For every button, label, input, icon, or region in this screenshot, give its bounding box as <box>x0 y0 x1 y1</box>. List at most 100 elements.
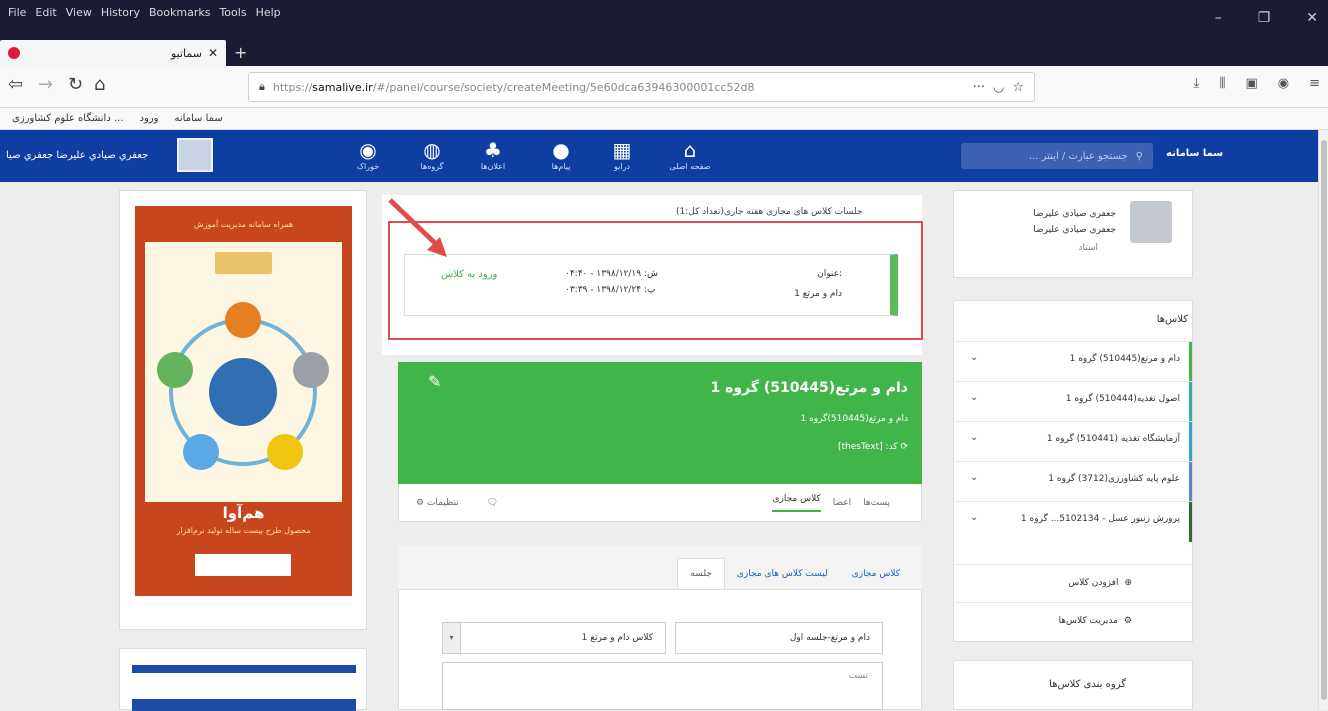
tab-virtual-class-list[interactable]: لیست کلاس های مجازی <box>725 559 840 589</box>
nav-messages[interactable]: ● پیام‌ها <box>531 138 591 171</box>
tab-title: سماتیو <box>170 46 202 60</box>
chevron-down-icon[interactable]: ⌄ <box>970 472 978 483</box>
menu-tools[interactable]: Tools <box>219 6 246 19</box>
profile-role: استاد <box>1078 243 1098 253</box>
session-start: ش: ۱۳۹۸/۱۲/۱۹ - ۰۴:۴۰ <box>565 269 658 279</box>
pocket-icon[interactable]: ◡ <box>993 80 1004 95</box>
minimize-icon[interactable]: – <box>1215 10 1222 26</box>
class-color-bar <box>1189 502 1192 542</box>
class-item[interactable]: آزمایشگاه تغذیه (510441) گروه 1 ⌄ <box>954 421 1192 462</box>
poster-logo <box>195 554 291 576</box>
class-item[interactable]: اصول تغذیه(510444) گروه 1 ⌄ <box>954 381 1192 422</box>
nav-home[interactable]: ⌂ صفحه اصلی <box>660 138 720 171</box>
reload-icon[interactable]: ↻ <box>68 74 83 95</box>
settings-button[interactable]: ⚙ تنظیمات <box>416 498 459 508</box>
drive-icon: ▦ <box>612 138 632 162</box>
tab-members[interactable]: اعضا <box>833 498 851 508</box>
menu-history[interactable]: History <box>101 6 140 19</box>
library-icon[interactable]: ⫼ <box>1219 76 1225 91</box>
chevron-down-icon[interactable]: ▾ <box>443 623 461 653</box>
user-avatar[interactable] <box>1130 201 1172 243</box>
description-textarea[interactable]: تست <box>442 662 883 710</box>
page-scrollbar[interactable] <box>1318 130 1328 710</box>
session-title-input[interactable]: دام و مرتع-جلسه اول <box>675 622 883 654</box>
tab-virtual-class[interactable]: کلاس مجازی <box>840 559 912 589</box>
tab-virtual-class[interactable]: کلاس مجازی <box>772 494 821 512</box>
session-row: ورود به کلاس ش: ۱۳۹۸/۱۲/۱۹ - ۰۴:۴۰ پ: ۱۳… <box>404 254 898 316</box>
chat-icon[interactable]: 🗨︎ <box>487 498 498 508</box>
ad-banner-strip <box>132 665 356 673</box>
sessions-title: جلسات کلاس های مجازی هفته جاری(تعداد کل:… <box>676 207 863 217</box>
tab-close-icon[interactable]: ✕ <box>208 46 218 60</box>
refresh-icon[interactable]: ⟳ <box>898 442 908 452</box>
user-avatar[interactable] <box>177 138 213 172</box>
chevron-down-icon[interactable]: ⌄ <box>970 432 978 443</box>
add-class-button[interactable]: ⊕ افزودن کلاس <box>954 564 1192 600</box>
nav-feed[interactable]: ◉ خوراک <box>338 138 398 171</box>
home-icon[interactable]: ⌂ <box>94 74 105 95</box>
download-icon[interactable]: ⤓ <box>1194 76 1200 91</box>
toolbar-right: ⤓ ⫼ ▣ ◉ ≡ <box>1194 76 1320 91</box>
chat-icon: ● <box>552 138 570 162</box>
site-logo[interactable]: سما سامانه <box>1166 148 1223 159</box>
course-header: دام و مرتع(510445) گروه 1 دام و مرتع(510… <box>398 362 922 484</box>
tab-posts[interactable]: پست‌ها <box>863 498 890 508</box>
maximize-icon[interactable]: ❐ <box>1258 10 1271 26</box>
course-code: ⟳ کد: [thesText] <box>837 442 908 452</box>
menu-help[interactable]: Help <box>256 6 281 19</box>
bell-icon: ♣ <box>484 138 502 162</box>
url-path: /#/panel/course/society/createMeeting/5e… <box>372 80 755 94</box>
new-tab-icon[interactable]: + <box>234 43 247 62</box>
class-color-bar <box>1189 422 1192 462</box>
enter-class-link[interactable]: ورود به کلاس <box>441 269 497 280</box>
search-input[interactable]: ⚲ جستجو عبارت / اینتر ... <box>961 143 1153 169</box>
window-titlebar: File Edit View History Bookmarks Tools H… <box>0 0 1328 40</box>
course-title: دام و مرتع(510445) گروه 1 <box>710 380 908 396</box>
bookmark-item[interactable]: سما سامانه <box>174 113 222 124</box>
back-icon[interactable]: ⇦ <box>8 74 23 95</box>
account-icon[interactable]: ◉ <box>1278 76 1289 91</box>
app-navbar: جعفري صيادي عليرضا جعفري صيا ◉ خوراک ◍ گرو… <box>0 130 1318 182</box>
class-item[interactable]: علوم پایه کشاورزی(3712) گروه 1 ⌄ <box>954 461 1192 502</box>
profile-name[interactable]: جعفري صيادي عليرضا <box>1033 209 1116 219</box>
menu-view[interactable]: View <box>66 6 92 19</box>
close-icon[interactable]: ✕ <box>1306 10 1318 26</box>
chevron-down-icon[interactable]: ⌄ <box>970 392 978 403</box>
class-item[interactable]: پرورش زنبور عسل - 5102134... گروه 1 ⌄ <box>954 501 1192 542</box>
bookmark-item[interactable]: ورود <box>140 113 159 124</box>
menu-edit[interactable]: Edit <box>35 6 56 19</box>
page-actions-icon[interactable]: ··· <box>973 80 985 95</box>
gear-icon: ⚙ <box>416 498 427 508</box>
sidebar-icon[interactable]: ▣ <box>1245 76 1257 91</box>
ad-banner-strip <box>132 699 356 711</box>
rss-icon: ◉ <box>359 138 377 162</box>
class-item[interactable]: دام و مرتع(510445) گروه 1 ⌄ <box>954 341 1192 382</box>
chevron-down-icon[interactable]: ⌄ <box>970 352 978 363</box>
promo-poster[interactable]: همراه سامانه مدیریت آموزش هم‌آوا محصول ط… <box>135 206 352 596</box>
tab-session[interactable]: جلسه <box>677 558 725 589</box>
manage-classes-button[interactable]: ⚙ مدیریت کلاس‌ها <box>954 602 1192 638</box>
chevron-down-icon[interactable]: ⌄ <box>970 512 978 523</box>
browser-tab[interactable]: سماتیو ✕ <box>0 40 226 66</box>
menu-bookmarks[interactable]: Bookmarks <box>149 6 210 19</box>
session-end: پ: ۱۳۹۸/۱۲/۲۴ - ۰۳:۳۹ <box>565 285 656 295</box>
class-groups-card: گروه بندی کلاس‌ها <box>953 660 1193 710</box>
gear-icon: ⚙ <box>1123 615 1132 626</box>
search-icon[interactable]: ⚲ <box>1136 151 1143 162</box>
bookmark-item[interactable]: دانشگاه علوم کشاورزی ... <box>12 113 124 124</box>
bookmark-star-icon[interactable]: ☆ <box>1012 80 1024 95</box>
nav-notifications[interactable]: ♣ اعلان‌ها <box>463 138 523 171</box>
scrollbar-thumb[interactable] <box>1321 140 1327 700</box>
address-bar[interactable]: 🔒︎ https://samalive.ir/#/panel/course/so… <box>248 72 1035 102</box>
profile-fullname: جعفري صيادي عليرضا <box>1033 225 1116 235</box>
class-select[interactable]: ▾ کلاس دام و مرتع 1 <box>442 622 666 654</box>
nav-drive[interactable]: ▦ درایو <box>592 138 652 171</box>
menu-file[interactable]: File <box>8 6 26 19</box>
course-tabs: پست‌ها اعضا کلاس مجازی ⚙ تنظیمات 🗨︎ <box>398 484 922 522</box>
edit-icon[interactable]: ✎ <box>428 372 441 391</box>
user-name[interactable]: جعفري صيادي عليرضا جعفري صيا <box>6 150 148 161</box>
forward-icon[interactable]: → <box>38 74 53 95</box>
hamburger-menu-icon[interactable]: ≡ <box>1309 76 1320 91</box>
nav-groups[interactable]: ◍ گروه‌ها <box>402 138 462 171</box>
class-color-bar <box>1189 462 1192 502</box>
